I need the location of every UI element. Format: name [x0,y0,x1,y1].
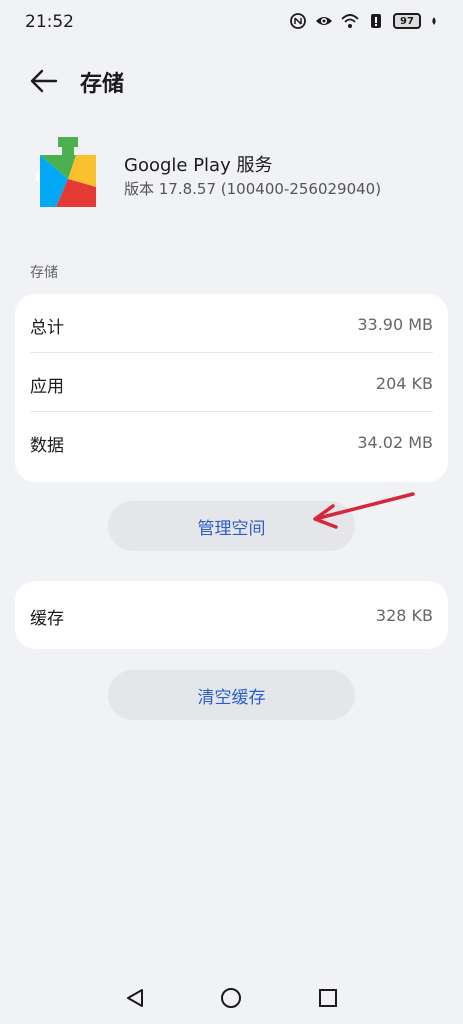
storage-row-data: 数据 34.02 MB [15,412,448,471]
storage-card: 总计 33.90 MB 应用 204 KB 数据 34.02 MB [15,294,448,482]
row-value: 33.90 MB [357,315,433,334]
eye-icon [316,17,332,25]
row-label: 应用 [30,377,64,397]
alert-icon [371,14,381,28]
cache-row: 缓存 328 KB [15,581,448,649]
row-label: 缓存 [30,609,64,629]
nav-bar [0,970,463,1024]
row-value: 328 KB [375,606,433,625]
status-bar: 21:52 97 [0,0,463,46]
row-value: 204 KB [375,374,433,393]
status-time: 21:52 [25,12,74,32]
arrow-left-icon[interactable] [28,68,58,94]
storage-row-total: 总计 33.90 MB [15,294,448,353]
screen: 21:52 97 存储 Google Play 服务 版本 17.8.57 (1… [0,0,463,1024]
row-label: 总计 [30,318,64,338]
cache-card: 缓存 328 KB [15,581,448,649]
storage-row-app: 应用 204 KB [15,353,448,412]
home-circle-icon[interactable] [219,986,243,1010]
battery-icon: 97 [393,13,421,29]
nfc-icon [290,13,306,29]
row-label: 数据 [30,436,64,456]
section-label-storage: 存储 [30,265,58,281]
leaf-icon [432,17,436,25]
google-play-services-icon [36,137,96,207]
row-value: 34.02 MB [357,433,433,452]
status-icons: 97 [289,12,439,30]
recents-square-icon[interactable] [316,986,340,1010]
app-info: Google Play 服务 版本 17.8.57 (100400-256029… [36,137,436,217]
page-title: 存储 [80,72,125,97]
wifi-icon [341,14,359,28]
header: 存储 [0,58,463,104]
app-name: Google Play 服务 [124,155,273,176]
app-version: 版本 17.8.57 (100400-256029040) [124,180,382,198]
annotation-arrow-icon [313,492,415,529]
back-triangle-icon[interactable] [123,986,147,1010]
clear-cache-button[interactable]: 清空缓存 [108,670,355,720]
